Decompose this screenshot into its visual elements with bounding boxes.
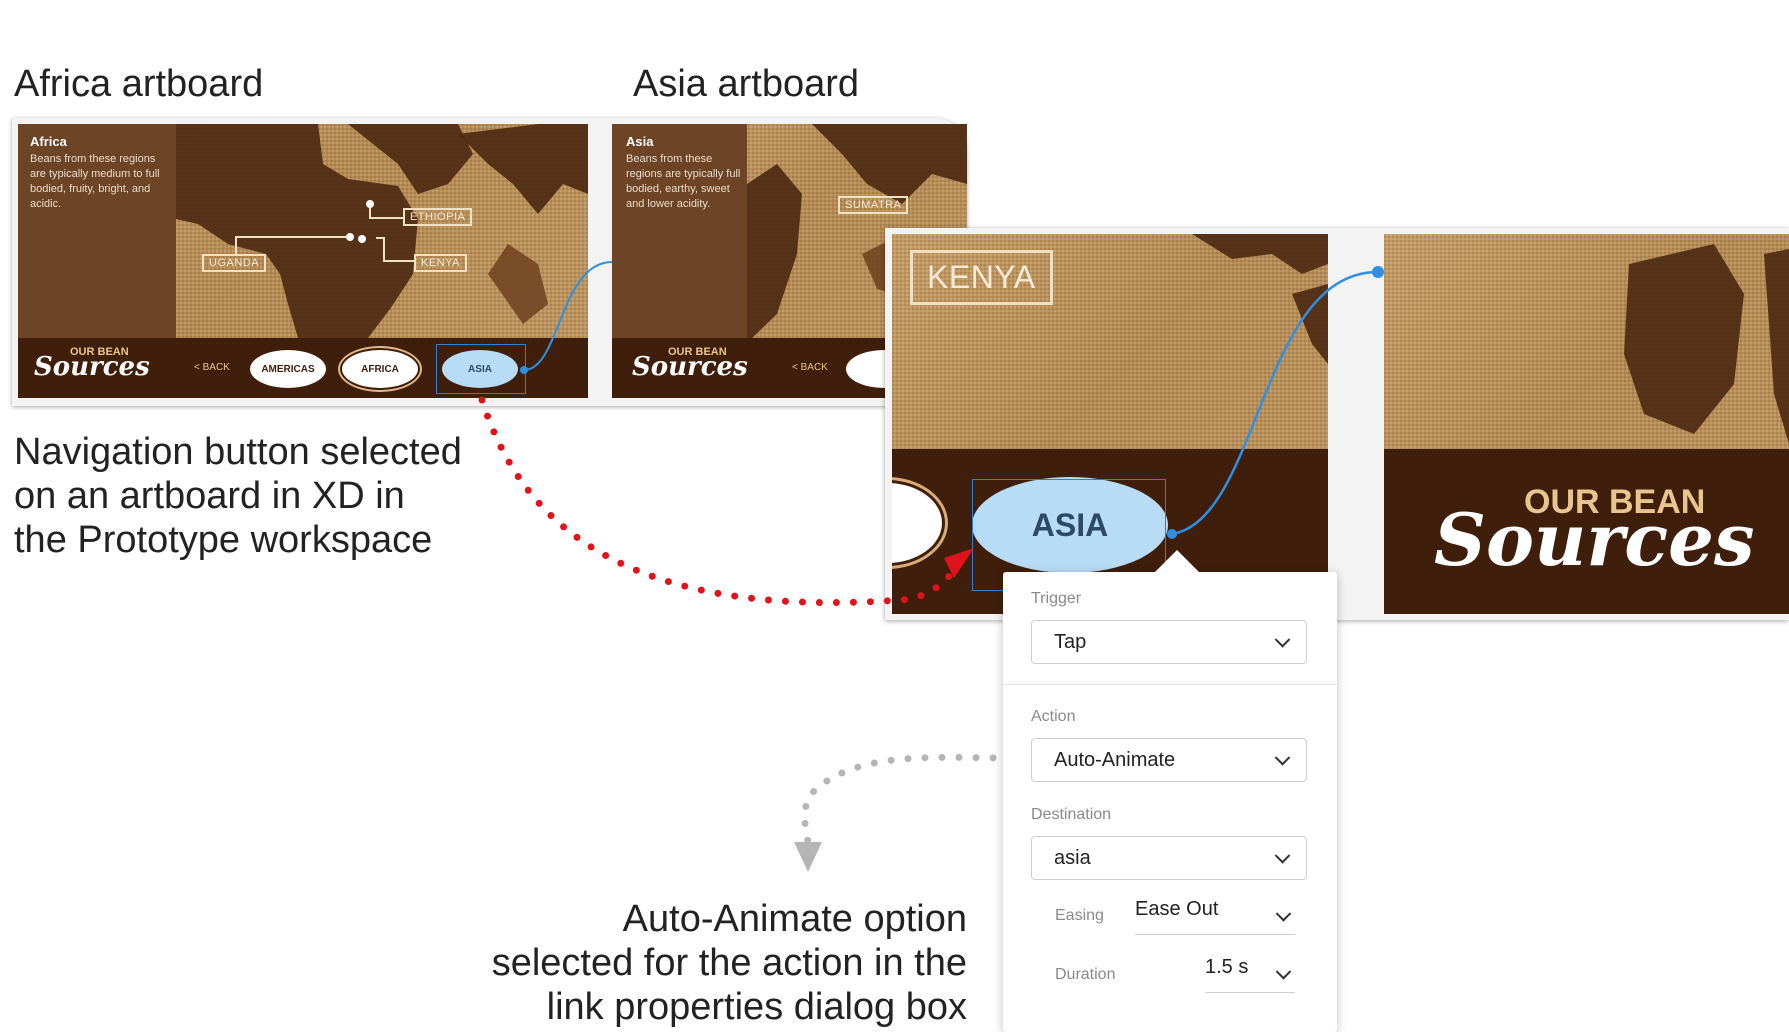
grey-arrowhead (794, 842, 822, 872)
link-properties-panel: Trigger Tap Action Auto-Animate Destinat… (1003, 550, 1337, 1032)
duration-value: 1.5 s (1205, 956, 1249, 978)
chevron-down-icon (1275, 906, 1292, 922)
trigger-dropdown[interactable]: Tap (1031, 620, 1307, 664)
annotation-arrows (478, 396, 1014, 872)
easing-value: Ease Out (1135, 898, 1219, 920)
trigger-label: Trigger (1031, 590, 1082, 607)
duration-dropdown[interactable]: 1.5 s (1205, 956, 1295, 993)
duration-label: Duration (1055, 966, 1116, 983)
chevron-down-icon (1275, 964, 1292, 980)
action-dropdown[interactable]: Auto-Animate (1031, 738, 1307, 782)
destination-label: Destination (1031, 806, 1112, 823)
panel-pointer (1153, 550, 1201, 574)
destination-dropdown[interactable]: asia (1031, 836, 1307, 880)
divider (1003, 684, 1337, 685)
action-label: Action (1031, 708, 1076, 725)
destination-value: asia (1054, 846, 1091, 869)
action-value: Auto-Animate (1054, 748, 1176, 771)
chevron-down-icon (1274, 848, 1291, 864)
chevron-down-icon (1274, 632, 1291, 648)
easing-label: Easing (1055, 907, 1104, 924)
easing-dropdown[interactable]: Ease Out (1135, 898, 1295, 935)
chevron-down-icon (1274, 750, 1291, 766)
trigger-value: Tap (1054, 630, 1087, 653)
